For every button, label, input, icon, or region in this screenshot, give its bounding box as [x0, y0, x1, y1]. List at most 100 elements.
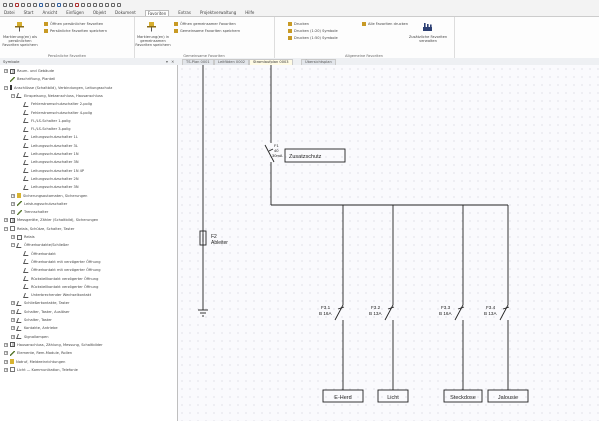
expand-icon[interactable]: +: [11, 309, 15, 314]
tree-item[interactable]: + Schließerkontakte, Taster: [11, 300, 70, 306]
save-personal-favorite-button[interactable]: Markierung(en) als persönlichen Favorite…: [1, 35, 39, 48]
menu-item-extras[interactable]: Extras: [178, 10, 191, 15]
tree-item[interactable]: Beschriftung, Planteil: [4, 76, 55, 82]
tree-item[interactable]: + Schalter, Taster, Auslöser: [11, 309, 70, 315]
menu-item-objekt[interactable]: Objekt: [93, 10, 106, 15]
expand-icon[interactable]: +: [11, 334, 15, 339]
expand-icon[interactable]: +: [4, 218, 8, 223]
collapse-icon[interactable]: −: [4, 226, 8, 231]
tree-item[interactable]: − Öffnerkontakte/Schließer: [11, 242, 69, 248]
copy-icon[interactable]: [39, 2, 43, 7]
text-icon[interactable]: [111, 2, 115, 7]
tree-item[interactable]: Fehlerstromschutzschalter 2-polig: [18, 101, 92, 107]
expand-icon[interactable]: +: [4, 367, 8, 372]
tree-item[interactable]: + Elemente, Rem-Module, Rollen: [4, 350, 72, 356]
tree-item[interactable]: + Sicherungsautomaten, Sicherungen: [11, 193, 87, 199]
tree-item[interactable]: − Einspeisung, Netzanschluss, Hausanschlu…: [11, 93, 103, 99]
mirror-icon[interactable]: [105, 2, 109, 7]
tree-item[interactable]: Öffnerkontakt mit verzögerter Öffnung: [18, 267, 101, 273]
tree-item[interactable]: Fehlerstromschutzschalter 4-polig: [18, 110, 92, 116]
tree-item[interactable]: + Leistungsschutzschalter: [11, 201, 67, 207]
menu-item-hilfe[interactable]: Hilfe: [245, 10, 254, 15]
tree-item[interactable]: + Licht — Kommunikation, Telefonie: [4, 367, 78, 373]
menu-item-einfuegen[interactable]: Einfügen: [66, 10, 84, 15]
tree-item[interactable]: Leitungsschutzschalter 3N: [18, 159, 79, 165]
tree-item[interactable]: Unterbrechender Wechselkontakt: [18, 292, 91, 298]
open-icon[interactable]: [3, 2, 7, 7]
tree-item[interactable]: Leitungsschutzschalter 2N: [18, 176, 79, 182]
menu-item-datei[interactable]: Datei: [4, 10, 15, 15]
layer-icon[interactable]: [69, 2, 73, 7]
pin-favorite-icon[interactable]: [146, 21, 157, 32]
save-personal-favorites-button[interactable]: Persönliche Favoriten speichern: [44, 29, 107, 33]
rotate-icon[interactable]: [99, 2, 103, 7]
save-shared-favorite-button[interactable]: Markierung(en) in gemeinsamen Favoriten …: [135, 35, 171, 48]
move-icon[interactable]: [93, 2, 97, 7]
expand-icon[interactable]: +: [11, 201, 15, 206]
expand-icon[interactable]: +: [11, 301, 15, 306]
drawing-canvas[interactable]: F1 40 30mA Zusatzschutz F2 Ableiter F3.1…: [178, 65, 599, 421]
expand-icon[interactable]: +: [4, 342, 8, 347]
tree-item[interactable]: + Trennschalter: [11, 209, 48, 215]
tree-item[interactable]: Öffnerkontakt mit verzögerter Öffnung: [18, 259, 101, 265]
zoom-icon[interactable]: [57, 2, 61, 7]
redo-icon[interactable]: [33, 2, 37, 7]
tree-item[interactable]: Rückstellkontakt verzögerter Öffnung: [18, 276, 98, 282]
tree-item[interactable]: FI-/LS-Schalter 3-polig: [18, 126, 71, 132]
grid-icon[interactable]: [63, 2, 67, 7]
close-icon[interactable]: [15, 2, 19, 7]
tree-item[interactable]: + Notruf, Meldeeinrichtungen: [4, 359, 65, 365]
tree-item[interactable]: + Relais: [11, 234, 35, 240]
tree-item[interactable]: Rückstellkontakt verzögerter Öffnung: [18, 284, 98, 290]
tree-item[interactable]: − Relais, Schütze, Schalter, Taster: [4, 226, 74, 232]
menu-item-dokument[interactable]: Dokument: [115, 10, 136, 15]
tree-item[interactable]: FI-/LS-Schalter 1-polig: [18, 118, 71, 124]
tree-item[interactable]: + Schalter, Taster: [11, 317, 52, 323]
print-button[interactable]: Drucken: [288, 22, 309, 26]
collapse-icon[interactable]: −: [11, 93, 15, 98]
collapse-icon[interactable]: −: [4, 85, 8, 90]
undo-icon[interactable]: [27, 2, 31, 7]
measure-icon[interactable]: [81, 2, 85, 7]
expand-icon[interactable]: +: [11, 235, 15, 239]
tree-item[interactable]: Öffnerkontakt: [18, 251, 56, 257]
expand-icon[interactable]: +: [4, 69, 8, 73]
open-personal-favorites-button[interactable]: Öffnen persönlicher Favoriten: [44, 22, 103, 26]
menu-item-ansicht[interactable]: Ansicht: [42, 10, 57, 15]
tree-item[interactable]: − Anschlüsse (Schaltbild), Verbindungen, …: [4, 85, 112, 91]
collapse-icon[interactable]: −: [11, 243, 15, 248]
print-icon[interactable]: [21, 2, 25, 7]
tree-item[interactable]: Leitungsschutzschalter 1N 4P: [18, 168, 84, 174]
tree-item[interactable]: Leitungsschutzschalter 3L: [18, 143, 78, 149]
pin-favorite-icon[interactable]: [14, 21, 25, 32]
menu-item-favoriten[interactable]: Favoriten: [144, 9, 170, 16]
save-icon[interactable]: [9, 2, 13, 7]
print-all-favorites-button[interactable]: Alle Favoriten drucken: [362, 22, 408, 26]
delete-icon[interactable]: [75, 2, 79, 7]
save-shared-favorites-button[interactable]: Gemeinsame Favoriten speichern: [174, 29, 240, 33]
menu-item-start[interactable]: Start: [24, 10, 34, 15]
tree-item[interactable]: + Hausanschluss, Zählung, Messung, Schalt…: [4, 342, 103, 348]
print-20-button[interactable]: Drucken (1:20) Symbole: [288, 29, 338, 33]
tree-item[interactable]: + Raum- und Gebäude: [4, 68, 54, 74]
open-shared-favorites-button[interactable]: Öffnen gemeinsamer Favoriten: [174, 22, 236, 26]
select-icon[interactable]: [87, 2, 91, 7]
tree-item[interactable]: + Kontakte, Antriebe: [11, 325, 58, 331]
tree-item[interactable]: + Signallampen: [11, 334, 49, 340]
print-50-button[interactable]: Drucken (1:50) Symbole: [288, 36, 338, 40]
paste-icon[interactable]: [45, 2, 49, 7]
tree-item[interactable]: + Messgeräte, Zähler (Schaltbild), Sicher…: [4, 217, 98, 223]
factory-icon[interactable]: [422, 21, 433, 32]
expand-icon[interactable]: +: [11, 318, 15, 322]
expand-icon[interactable]: +: [4, 351, 8, 356]
panel-controls[interactable]: ▾ ✕: [166, 59, 175, 64]
expand-icon[interactable]: +: [4, 359, 8, 364]
menu-item-projektverwaltung[interactable]: Projektverwaltung: [200, 10, 236, 15]
customize-icon[interactable]: [117, 2, 121, 7]
expand-icon[interactable]: +: [11, 210, 15, 215]
tree-item[interactable]: Leitungsschutzschalter 3N: [18, 184, 79, 190]
tree-item[interactable]: Leitungsschutzschalter 1N: [18, 151, 79, 157]
expand-icon[interactable]: +: [11, 193, 15, 198]
cut-icon[interactable]: [51, 2, 55, 7]
tree-item[interactable]: Leitungsschutzschalter 1L: [18, 134, 78, 140]
